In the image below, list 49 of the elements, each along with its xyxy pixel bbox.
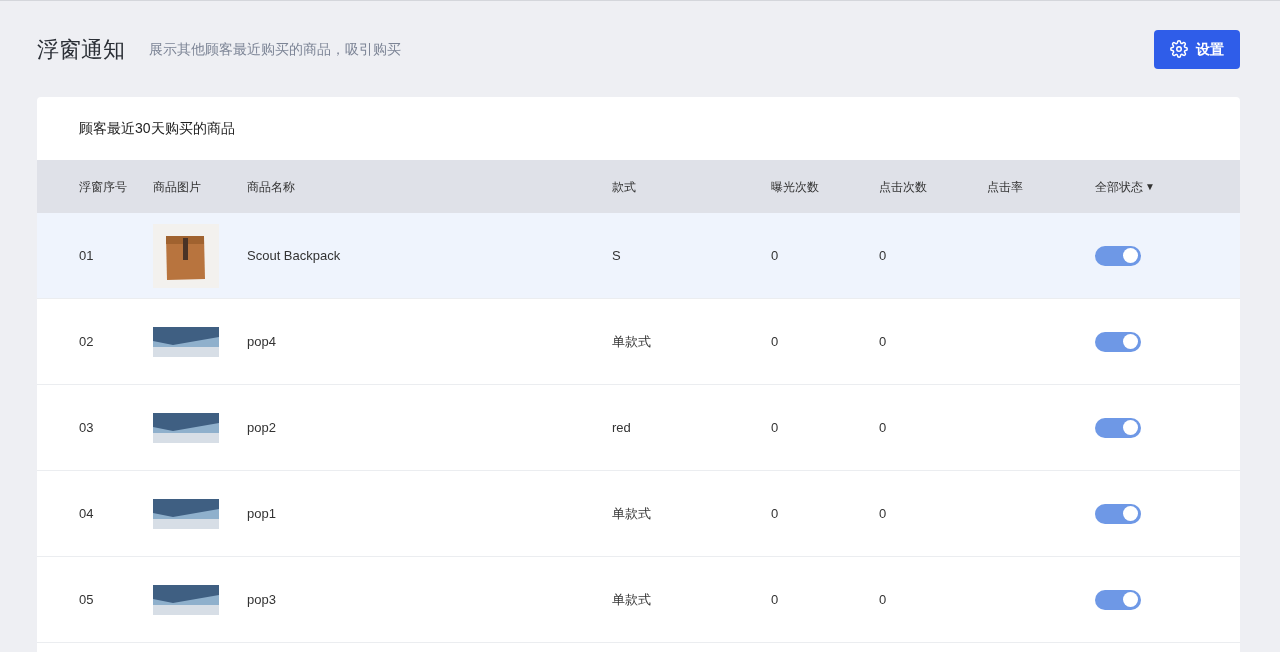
column-header: 商品图片 (153, 178, 201, 196)
photo-placeholder (153, 326, 219, 357)
bag-photo (153, 223, 219, 288)
table-cell-text: 01 (79, 246, 94, 265)
column-header: 点击率 (987, 178, 1023, 196)
table-cell-text: 0 (771, 418, 779, 437)
toggle-switch[interactable] (1095, 503, 1141, 524)
table-cell-text: 0 (879, 246, 887, 265)
page-title: 浮窗通知 (37, 35, 125, 64)
table-cell-text: 0 (771, 246, 779, 265)
table-cell-text: 0 (879, 504, 887, 523)
table-cell-text: 单款式 (612, 590, 651, 609)
table-cell-text: 05 (79, 590, 94, 609)
table-cell-text: 02 (79, 332, 94, 351)
table-row[interactable]: 01 Scout Backpack S 0 0 (37, 213, 1240, 299)
table-cell-text: 04 (79, 504, 94, 523)
table-cell-text: 0 (879, 590, 887, 609)
table-cell-text: 03 (79, 418, 94, 437)
photo-placeholder (153, 498, 219, 529)
column-header: 曝光次数 (771, 178, 819, 196)
table-cell-text: 单款式 (612, 332, 651, 351)
table-cell-text: 0 (771, 504, 779, 523)
table-cell-text: 0 (879, 332, 887, 351)
settings-button[interactable]: 设置 (1154, 29, 1240, 69)
toggle-switch[interactable] (1095, 245, 1141, 266)
toggle-switch[interactable] (1095, 589, 1141, 610)
table-cell-text: pop3 (247, 590, 276, 609)
status-filter[interactable]: 全部状态 ▼ (1095, 177, 1155, 196)
photo-placeholder (153, 412, 219, 443)
toggle-switch[interactable] (1095, 331, 1141, 352)
table-cell-text: Scout Backpack (247, 246, 341, 265)
column-header: 商品名称 (247, 178, 295, 196)
card-title: 顾客最近30天购买的商品 (79, 119, 235, 138)
table-cell-text: S (612, 246, 621, 265)
toggle-switch[interactable] (1095, 417, 1141, 438)
table-cell-text: pop4 (247, 332, 276, 351)
photo-placeholder (153, 584, 219, 615)
page-subtitle: 展示其他顾客最近购买的商品，吸引购买 (149, 39, 401, 59)
table-cell-text: 0 (771, 332, 779, 351)
table-cell-text: 0 (771, 590, 779, 609)
table-cell-text: pop1 (247, 504, 276, 523)
settings-icon (1170, 40, 1188, 58)
table-cell-text: 单款式 (612, 504, 651, 523)
column-header: 浮窗序号 (79, 178, 127, 196)
table-cell-text: red (612, 418, 631, 437)
column-header: 款式 (612, 178, 636, 196)
table-cell-text: pop2 (247, 418, 276, 437)
table-cell-text: 0 (879, 418, 887, 437)
column-header: 点击次数 (879, 178, 927, 196)
